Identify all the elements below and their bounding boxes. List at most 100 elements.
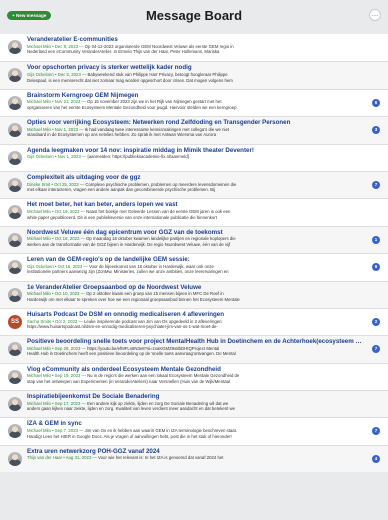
message-body: Voor opschorten privacy is sterker wette…	[27, 64, 366, 83]
comment-count-badge[interactable]: 1	[372, 235, 380, 244]
message-date: Oct 16, 2023	[57, 263, 83, 269]
message-excerpt: Naast het boekje met Geleerde Lessen van…	[86, 208, 231, 214]
message-body: Extra uren netwerkzorg POH-GGZ vanaf 202…	[27, 448, 366, 461]
message-excerpt: Babyweekend stuk van Philippe Harr Priva…	[87, 71, 228, 77]
message-title[interactable]: Huisarts Podcast De DSM en onnodig medic…	[27, 311, 366, 319]
message-excerpt-continued: white paper gepubliceerd. Dit is een pub…	[27, 214, 217, 220]
message-row[interactable]: Positieve beoordeling snelle toets voor …	[0, 335, 388, 363]
comment-count-badge[interactable]: 9	[372, 263, 380, 272]
message-title[interactable]: Extra uren netwerkzorg POH-GGZ vanaf 202…	[27, 448, 366, 456]
message-row[interactable]: Vlog eCommunity als onderdeel Ecosysteem…	[0, 362, 388, 391]
message-title[interactable]: Noordwest Veluwe één dag epicentrum voor…	[27, 229, 366, 237]
separator: —	[82, 263, 89, 269]
message-body: Leren van de GEM-regio's op de landelijk…	[27, 256, 366, 275]
message-title[interactable]: Inspiratiebijeenkomst De Sociale Benader…	[27, 393, 366, 401]
comment-count-badge[interactable]: 4	[372, 454, 380, 463]
message-excerpt: Ik had vandaag twee interessante kennism…	[84, 126, 230, 132]
message-board-page: + New message Message Board … Veranderat…	[0, 0, 388, 520]
message-title[interactable]: 1e VeranderAtelier Groepsaanbod op de No…	[27, 284, 366, 292]
message-author: Gijs Ockeloen	[27, 71, 54, 77]
message-title[interactable]: Complexiteit als uitdaging voor de ggz	[27, 174, 366, 182]
message-excerpt-continued: https://www.huisartspodcast.nl/dsm-en-on…	[27, 324, 218, 330]
message-author: Thijs van der Haar	[27, 455, 63, 461]
message-title[interactable]: Opties voor verrijking Ecosysteem: Netwe…	[27, 119, 366, 127]
more-options-icon[interactable]: …	[369, 9, 381, 21]
message-row[interactable]: Extra uren netwerkzorg POH-GGZ vanaf 202…	[0, 444, 388, 473]
avatar	[8, 397, 22, 412]
message-row[interactable]: Veranderatelier E-communities Michael Mil…	[0, 34, 388, 62]
message-row[interactable]: Voor opschorten privacy is sterker wette…	[0, 61, 388, 89]
message-row[interactable]: Brainstorm Kerngroep GEM Nijmegen Michael…	[0, 88, 388, 117]
message-date: Oct 18, 2023	[54, 236, 80, 242]
message-excerpt: Op 04-12-2023 organiseerde GEM Noordwest…	[84, 43, 234, 49]
message-date: Aug 31, 2023	[65, 455, 92, 461]
message-title[interactable]: Positieve beoordeling snelle toets voor …	[27, 338, 366, 346]
message-excerpt: Voor de bijeenkomst van 18 oktober in Ha…	[88, 263, 214, 269]
message-excerpt: Op 2 oktober kwam een groep van 15 mense…	[86, 291, 224, 297]
message-date: Nov 1, 2023	[54, 126, 78, 132]
message-author: Michael Milo	[27, 236, 51, 242]
message-row[interactable]: Het moet beter, het kan beter, anders lo…	[0, 198, 388, 226]
message-excerpt-continued: Health Hub in Doetinchem heeft een posit…	[27, 351, 236, 357]
message-body: Agenda leegmaken voor 14 nov: inspiratie…	[27, 147, 366, 160]
avatar	[8, 123, 22, 138]
message-author: Gijs Ockeloen	[27, 154, 54, 160]
avatar	[8, 177, 22, 192]
separator: —	[77, 318, 84, 324]
message-body: Complexiteit als uitdaging voor de ggz Di…	[27, 174, 366, 193]
message-title[interactable]: Voor opschorten privacy is sterker wette…	[27, 64, 366, 72]
message-date: Sep 17, 2023	[54, 400, 81, 406]
message-excerpt-continued: stap van het ontwerpen van Experimenten …	[27, 378, 231, 384]
message-author: Sacha Smits	[27, 318, 52, 324]
avatar	[8, 150, 22, 165]
message-title[interactable]: Veranderatelier E-communities	[27, 36, 366, 44]
message-author: Michael Milo	[27, 345, 51, 351]
message-row[interactable]: Noordwest Veluwe één dag epicentrum voor…	[0, 225, 388, 254]
message-title[interactable]: Vlog eCommunity als onderdeel Ecosysteem…	[27, 366, 366, 374]
message-body: Het moet beter, het kan beter, anders lo…	[27, 201, 366, 220]
message-excerpt: Nu in de regio's die werken aan een loka…	[87, 373, 240, 379]
message-date: Sep 7, 2023	[54, 428, 78, 434]
message-title[interactable]: Agenda leegmaken voor 14 nov: inspiratie…	[27, 147, 366, 155]
message-title[interactable]: Het moet beter, het kan beter, anders lo…	[27, 201, 366, 209]
message-row[interactable]: Inspiratiebijeenkomst De Sociale Benader…	[0, 390, 388, 418]
page-title: Message Board	[145, 8, 243, 23]
separator: —	[80, 154, 88, 160]
comment-count-badge[interactable]: 3	[372, 126, 380, 135]
message-title[interactable]: IZA & GEM in sync	[27, 420, 366, 428]
separator: —	[77, 428, 85, 434]
message-excerpt-continued: institutionele partners aanwezig zijn (Z…	[27, 269, 229, 275]
message-row[interactable]: Agenda leegmaken voor 14 nov: inspiratie…	[0, 143, 388, 171]
comment-count-badge[interactable]: 7	[372, 180, 380, 189]
message-date: Oct 2, 2023	[55, 318, 78, 324]
message-title[interactable]: Leren van de GEM-regio's op de landelijk…	[27, 256, 366, 264]
message-date: Oct 10, 2023	[54, 291, 80, 297]
message-meta: Gijs Ockeloen • Nov 1, 2023 — [aanmelden…	[27, 154, 366, 160]
avatar	[8, 260, 22, 275]
message-title[interactable]: Brainstorm Kerngroep GEM Nijmegen	[27, 92, 366, 100]
message-excerpt-continued: Harderwijk om met elkaar te spreken over…	[27, 296, 240, 302]
message-row[interactable]: 1e VeranderAtelier Groepsaanbod op de No…	[0, 280, 388, 308]
message-row[interactable]: Complexiteit als uitdaging voor de ggz Di…	[0, 170, 388, 199]
comment-count-badge[interactable]: 2	[372, 317, 380, 326]
message-body: Brainstorm Kerngroep GEM Nijmegen Michael…	[27, 92, 366, 111]
message-date: Nov 1, 2023	[57, 154, 81, 160]
message-row[interactable]: SS Huisarts Podcast De DSM en onnodig med…	[0, 307, 388, 336]
avatar	[8, 232, 22, 247]
message-body: Vlog eCommunity als onderdeel Ecosysteem…	[27, 366, 366, 385]
message-row[interactable]: Leren van de GEM-regio's op de landelijk…	[0, 253, 388, 281]
message-excerpt-continued: Nederland een eCommunity VeranderAtelier…	[27, 49, 220, 55]
message-row[interactable]: Opties voor verrijking Ecosysteem: Netwe…	[0, 116, 388, 144]
message-row[interactable]: IZA & GEM in sync Michael Milo • Sep 7, 2…	[0, 417, 388, 445]
message-author: Michael Milo	[27, 43, 51, 49]
message-date: Nov 21, 2023	[54, 99, 81, 105]
comment-count-badge[interactable]: 6	[372, 98, 380, 107]
message-excerpt: Voor wie het relevant is: In het IZA is …	[98, 455, 224, 461]
avatar	[8, 68, 22, 83]
message-excerpt: https://youtu.be/efMFLs8N3e8?si=zxaKGMZ9…	[87, 345, 220, 351]
message-excerpt: Jim van Os en ik hebben aan waarin GEM i…	[84, 428, 238, 434]
comment-count-badge[interactable]: 7	[372, 345, 380, 354]
comment-count-badge[interactable]: 7	[372, 427, 380, 436]
message-author: Gijs Ockeloen	[27, 263, 54, 269]
message-excerpt-continued: Delespaul, is een menserecht dat niet zo…	[27, 77, 233, 83]
